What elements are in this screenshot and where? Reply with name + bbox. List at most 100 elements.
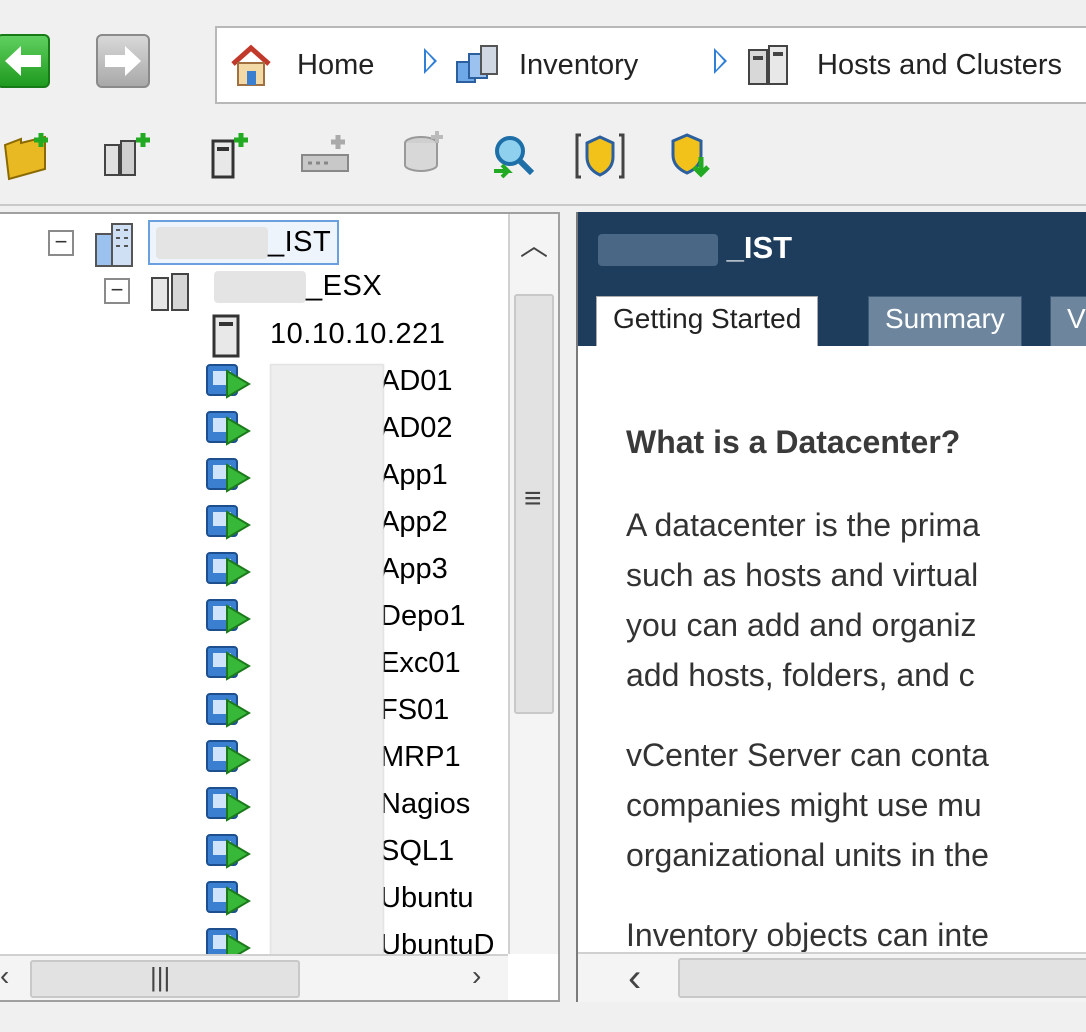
vm-label: App2 <box>380 506 448 538</box>
tree-item-host[interactable]: 10.10.10.221 <box>270 318 445 351</box>
tab-getting-started[interactable]: Getting Started <box>596 296 819 346</box>
vm-label: App3 <box>380 553 448 585</box>
new-folder-button[interactable] <box>0 128 56 184</box>
vm-label: FS01 <box>380 694 450 726</box>
forward-button[interactable] <box>96 34 150 88</box>
search-button[interactable] <box>485 128 541 184</box>
virtual-machine-icon <box>206 457 251 493</box>
breadcrumb: Home Inventory Hosts and Clusters <box>215 26 1086 104</box>
shield-download-button[interactable] <box>664 128 720 184</box>
breadcrumb-separator-icon <box>424 48 437 74</box>
vm-label: App1 <box>380 459 448 491</box>
virtual-machine-icon <box>206 504 251 540</box>
add-switch-icon <box>301 135 349 172</box>
virtual-machine-icon <box>206 598 251 634</box>
virtual-machine-icon <box>206 410 251 446</box>
vm-label: SQL1 <box>380 835 455 867</box>
paragraph-line: A datacenter is the prima <box>626 507 980 543</box>
tab-summary[interactable]: Summary <box>868 296 1022 346</box>
vm-label: Depo1 <box>380 600 466 632</box>
arrow-right-icon <box>105 46 141 76</box>
home-icon <box>231 44 271 86</box>
permissions-button[interactable] <box>572 128 628 184</box>
breadcrumb-inventory[interactable]: Inventory <box>455 42 638 88</box>
virtual-machine-icon <box>206 692 251 728</box>
vm-label: Ubuntu <box>380 882 474 914</box>
virtual-machine-icon <box>206 880 251 916</box>
vm-label: Nagios <box>380 788 471 820</box>
breadcrumb-home[interactable]: Home <box>229 42 374 88</box>
scrollbar-thumb[interactable]: ≡ <box>514 294 554 714</box>
arrow-left-icon <box>5 46 41 76</box>
permissions-icon <box>575 133 625 179</box>
virtual-machine-icon <box>206 786 251 822</box>
shield-download-icon <box>671 133 710 178</box>
breadcrumb-separator-icon <box>714 48 727 74</box>
scrollbar-thumb[interactable]: ||| <box>30 960 300 998</box>
scrollbar-thumb[interactable] <box>678 958 1086 998</box>
paragraph-line: such as hosts and virtual <box>626 557 979 593</box>
breadcrumb-label: Hosts and Clusters <box>817 48 1062 81</box>
redacted-text <box>214 270 306 303</box>
vm-label: Exc01 <box>380 647 461 679</box>
redacted-text <box>598 233 718 266</box>
back-button[interactable] <box>0 34 50 88</box>
breadcrumb-label: Home <box>297 48 375 81</box>
content-horizontal-scrollbar[interactable]: ‹ <box>578 952 1086 1002</box>
virtual-machine-icon <box>206 739 251 775</box>
new-folder-icon <box>3 133 48 181</box>
breadcrumb-hosts-clusters[interactable]: Hosts and Clusters <box>747 42 1062 88</box>
cluster-icon <box>151 273 189 311</box>
paragraph-line: add hosts, folders, and c <box>626 657 975 693</box>
datastore-button[interactable] <box>396 128 452 184</box>
add-switch-button[interactable] <box>298 128 354 184</box>
tree-horizontal-scrollbar[interactable]: ‹ ||| › <box>0 954 508 1000</box>
vm-label: MRP1 <box>380 741 461 773</box>
content-panel: _IST Getting Started Summary V What is a… <box>576 212 1086 1002</box>
inventory-icon <box>456 45 498 83</box>
redacted-text <box>156 226 268 259</box>
virtual-machine-icon <box>206 551 251 587</box>
section-heading: What is a Datacenter? <box>626 424 961 460</box>
page-title-suffix: _IST <box>726 230 793 265</box>
datacenter-icon <box>95 223 133 267</box>
paragraph-line: you can add and organiz <box>626 607 977 643</box>
search-icon <box>494 136 535 179</box>
tree-item-cluster[interactable]: _ESX <box>214 270 382 303</box>
hosts-clusters-icon <box>748 45 788 85</box>
host-icon <box>212 314 240 358</box>
redacted-region <box>270 364 384 960</box>
chevron-right-icon[interactable]: › <box>472 960 481 992</box>
paragraph-line: vCenter Server can conta <box>626 737 989 773</box>
add-host-button[interactable] <box>200 128 256 184</box>
datastore-icon <box>404 131 443 172</box>
virtual-machine-icon <box>206 363 251 399</box>
new-cluster-icon <box>104 133 150 176</box>
breadcrumb-label: Inventory <box>519 48 639 81</box>
chevron-up-icon[interactable]: ︿ <box>520 224 548 264</box>
collapse-toggle[interactable]: − <box>104 278 130 304</box>
content-header: _IST Getting Started Summary V <box>578 212 1086 346</box>
collapse-toggle[interactable]: − <box>48 230 74 256</box>
inventory-tree: − _IST − _ESX 10.10.10.221 AD01 AD02 App1 A… <box>0 212 560 1002</box>
toolbar-divider <box>0 204 1086 206</box>
cluster-label: _ESX <box>306 270 383 302</box>
new-cluster-button[interactable] <box>100 128 156 184</box>
tree-vertical-scrollbar[interactable]: ︿ ≡ <box>508 214 558 954</box>
virtual-machine-icon <box>206 833 251 869</box>
virtual-machine-icon <box>206 645 251 681</box>
tree-item-datacenter[interactable]: _IST <box>148 220 340 265</box>
grip-icon: ≡ <box>524 482 542 515</box>
paragraph-line: companies might use mu <box>626 787 982 823</box>
chevron-left-icon[interactable]: ‹ <box>628 956 641 1001</box>
host-label: 10.10.10.221 <box>270 318 446 350</box>
paragraph-1: A datacenter is the prima such as hosts … <box>626 500 980 700</box>
paragraph-line: organizational units in the <box>626 837 989 873</box>
add-host-icon <box>211 133 248 179</box>
grip-icon: ||| <box>150 962 171 992</box>
chevron-left-icon[interactable]: ‹ <box>0 960 9 992</box>
tab-virtual-machines[interactable]: V <box>1050 296 1086 346</box>
datacenter-label: _IST <box>268 226 332 258</box>
paragraph-2: vCenter Server can conta companies might… <box>626 730 989 880</box>
page-title: _IST <box>598 230 792 266</box>
